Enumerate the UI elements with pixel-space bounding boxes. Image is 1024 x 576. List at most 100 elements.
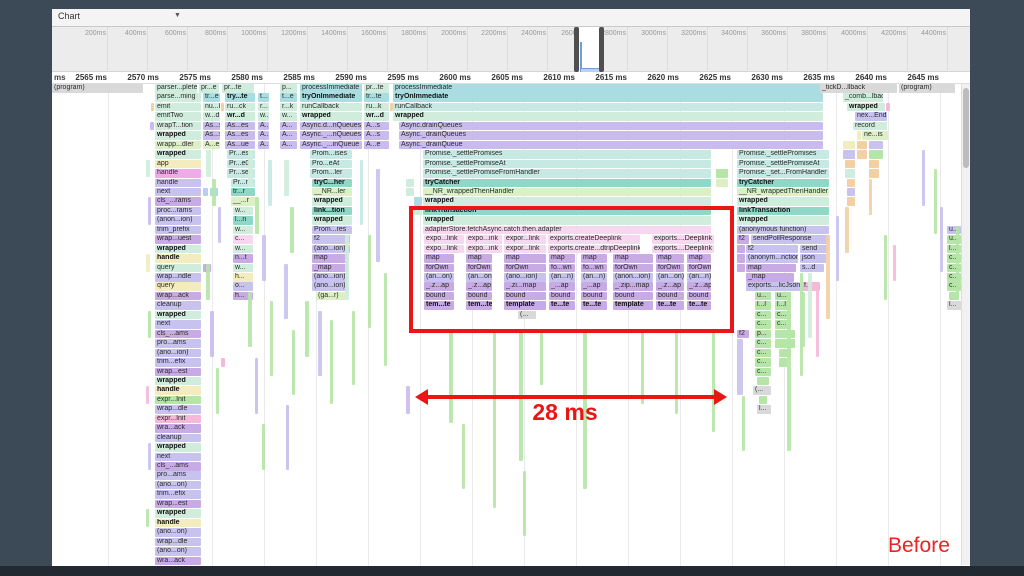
flame-block[interactable]: c...	[755, 311, 771, 320]
flame-block[interactable]: (...	[753, 386, 771, 395]
flame-block[interactable]: Promise._settlePromiseAt	[737, 160, 829, 169]
flame-block[interactable]: Async._drainQueue	[399, 141, 823, 150]
flame-block[interactable]	[221, 358, 225, 367]
flame-block[interactable]	[757, 377, 769, 386]
flame-block[interactable]: (ano...on)	[155, 528, 201, 537]
timeline-overview[interactable]: 200ms400ms600ms800ms1000ms1200ms1400ms16…	[52, 27, 970, 72]
flame-block[interactable]: wrapped	[155, 509, 201, 518]
flame-block[interactable]	[150, 122, 154, 131]
flame-block[interactable]: t...e	[280, 93, 297, 102]
flame-block[interactable]: w...	[280, 112, 297, 121]
flame-block[interactable]	[221, 103, 224, 112]
flame-block[interactable]: wrapped	[393, 112, 823, 121]
flame-block[interactable]: wra...ack	[155, 424, 201, 433]
flame-block[interactable]: (ano...ion)	[312, 273, 348, 282]
flame-block[interactable]: _map	[746, 273, 794, 282]
flame-block[interactable]: c...	[755, 368, 771, 377]
flame-block[interactable]: wrapped	[312, 197, 352, 206]
flame-block[interactable]: emit	[155, 103, 201, 112]
flame-block[interactable]: query	[155, 264, 201, 273]
flame-block[interactable]: tryCatcher	[423, 179, 711, 188]
flame-block[interactable]: (program)	[52, 84, 143, 93]
flame-block[interactable]: sendPollResponse	[751, 235, 829, 244]
flame-block[interactable]: r...k	[280, 103, 297, 112]
flame-block[interactable]: emitTwo	[155, 112, 201, 121]
flame-block[interactable]: wrap...dle	[155, 538, 201, 547]
flame-block[interactable]: cls_...rams	[155, 197, 201, 206]
flame-block[interactable]: tryCatcher	[737, 179, 829, 188]
flame-block[interactable]: c...	[755, 339, 771, 348]
flame-block[interactable]: (ano...ion)	[312, 282, 348, 291]
flame-block[interactable]: _map	[312, 264, 348, 273]
flame-block[interactable]: processImmediate	[393, 84, 823, 93]
flame-block[interactable]: wr...d	[225, 112, 255, 121]
flame-block[interactable]: A...s	[364, 122, 389, 131]
flame-block[interactable]: exports....licJson	[746, 282, 800, 291]
flame-block[interactable]: pro...ams	[155, 471, 201, 480]
flame-block[interactable]: l...n	[233, 216, 253, 225]
flame-block[interactable]	[845, 160, 855, 169]
flame-block[interactable]: Promise._settlePromises	[423, 150, 711, 159]
flame-block[interactable]	[151, 103, 154, 112]
flame-block[interactable]	[847, 179, 855, 188]
flame-block[interactable]: A...	[280, 131, 297, 140]
flame-block[interactable]: handle	[155, 169, 201, 178]
flame-block[interactable]: w...	[233, 226, 253, 235]
flame-block[interactable]: map	[312, 254, 348, 263]
flame-block[interactable]: wrapped	[300, 112, 362, 121]
flame-block[interactable]	[843, 150, 855, 159]
flame-block[interactable]	[847, 188, 855, 197]
flame-block[interactable]: Promise._settlePromiseAt	[423, 160, 711, 169]
flame-block[interactable]: c...	[233, 235, 253, 244]
flame-block[interactable]: pro...ams	[155, 339, 201, 348]
flame-block[interactable]: tr...e	[203, 93, 220, 102]
flame-block[interactable]: (anon...ion)	[155, 216, 201, 225]
flame-block[interactable]: ru...ck	[225, 103, 255, 112]
flame-block[interactable]: record	[853, 122, 887, 131]
flame-block[interactable]: expr...Init	[155, 415, 201, 424]
flame-block[interactable]	[737, 245, 745, 254]
flame-block[interactable]: As...s	[203, 131, 220, 140]
flame-block[interactable]: handle	[155, 254, 201, 263]
scrollbar-thumb[interactable]	[963, 88, 969, 168]
flame-block[interactable]: wrapped	[737, 197, 829, 206]
flame-block[interactable]: Pro...eAt	[310, 160, 352, 169]
flame-block[interactable]: u...	[755, 292, 771, 301]
flame-block[interactable]	[869, 150, 883, 159]
flame-block[interactable]: wrap...est	[155, 368, 201, 377]
flame-block[interactable]: f2	[746, 245, 798, 254]
flame-block[interactable]: cleanup	[155, 434, 201, 443]
flame-block[interactable]	[759, 396, 767, 405]
flame-block[interactable]: w...	[258, 112, 269, 121]
flame-block[interactable]: As...es	[225, 122, 255, 131]
flame-block[interactable]: runCallback	[393, 103, 823, 112]
flame-block[interactable]: c...	[755, 358, 771, 367]
flame-block[interactable]	[716, 179, 728, 188]
flame-block[interactable]	[406, 188, 414, 197]
flame-block[interactable]	[869, 160, 879, 169]
flame-block[interactable]: cleanup	[155, 301, 201, 310]
flame-block[interactable]: A...e	[364, 141, 389, 150]
flame-block[interactable]: w...	[233, 207, 253, 216]
flame-block[interactable]: A...	[280, 122, 297, 131]
flame-block[interactable]	[737, 264, 745, 273]
flame-block[interactable]: wrapT...tion	[155, 122, 201, 131]
flame-block[interactable]	[869, 169, 879, 178]
flame-block[interactable]: next	[155, 453, 201, 462]
flame-block[interactable]: json	[800, 254, 826, 263]
flame-block[interactable]: linkTransaction	[737, 207, 829, 216]
flame-block[interactable]: (program)	[899, 84, 955, 93]
flame-block[interactable]: proc...rams	[155, 207, 201, 216]
flame-block[interactable]: tryOnImmediate	[300, 93, 362, 102]
flame-block[interactable]: c...	[755, 320, 771, 329]
flame-block[interactable]: Promise._set...FromHandler	[737, 169, 829, 178]
flame-block[interactable]: (anonym...nction)	[746, 254, 798, 263]
flame-block[interactable]: (ano...ion)	[155, 349, 201, 358]
flame-block[interactable]: f2	[737, 330, 749, 339]
flame-block[interactable]: parser...plete	[155, 84, 197, 93]
flame-block[interactable]: ne...is	[862, 131, 888, 140]
flame-block[interactable]: o...	[233, 282, 253, 291]
flame-block[interactable]: trim_prefix	[155, 226, 201, 235]
flame-block[interactable]: t...	[258, 93, 269, 102]
flame-block[interactable]: wrapped	[847, 103, 885, 112]
